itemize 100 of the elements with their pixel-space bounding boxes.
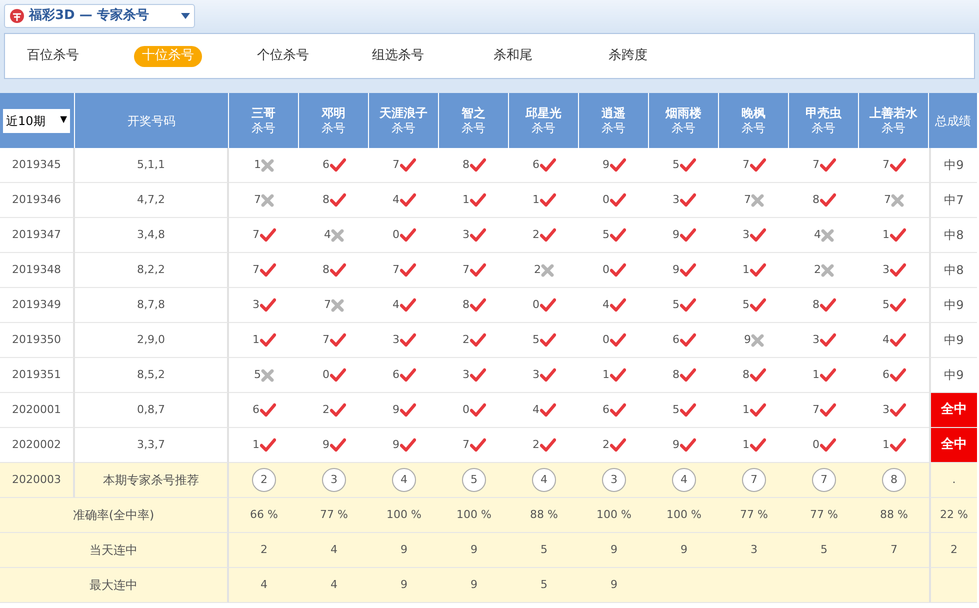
select-value: 近10期 [6,112,46,130]
digit: 5 [882,296,890,313]
stat-cell: 100 % [649,498,719,533]
digit: 5 [532,332,540,348]
expert-subtitle: 杀号 [322,120,346,136]
total-cell: 全中 [929,428,977,463]
digit: 9 [392,402,400,418]
stat-cell: 100 % [439,498,509,533]
digit: 7 [322,332,330,348]
expert-subtitle: 杀号 [672,120,696,136]
tab[interactable]: 杀和尾 [479,46,547,66]
expert-name: 晚枫 [742,106,766,120]
digit: 4 [324,226,331,243]
period-cell: 2019345 [0,148,75,183]
digit: 3 [392,332,400,348]
numbers-cell: 8,5,2 [75,358,229,393]
digit: 1 [252,332,260,348]
expert-subtitle: 杀号 [602,120,626,136]
digit: 6 [882,366,890,383]
digit: 1 [742,262,750,278]
digit: 1 [742,402,750,418]
digit: 7 [252,262,260,278]
digit: 6 [392,366,400,383]
digit: 4 [392,296,400,313]
digit: 1 [462,192,470,208]
total-cell: 中7 [929,183,977,218]
total-cell: 中9 [929,148,977,183]
digit: 6 [532,156,540,173]
digit: 8 [322,262,330,278]
stat-cell: 66 % [229,498,299,533]
digit: 3 [812,332,820,348]
tab[interactable]: 杀跨度 [594,46,662,66]
expert-name: 天涯浪子 [380,106,428,120]
digit: 7 [392,262,400,278]
digit: 4 [392,192,400,208]
total-cell: 中8 [929,218,977,253]
digit: 0 [602,192,610,208]
tab[interactable]: 百位杀号 [19,46,87,66]
digit: 0 [532,296,540,313]
numbers-cell: 2,9,0 [75,323,229,358]
expert-name: 逍遥 [602,106,626,120]
digit: 1 [252,436,260,453]
total-cell: 全中 [929,393,977,428]
digit: 7 [742,156,750,173]
digit: 8 [812,192,820,208]
stat-cell: 3 [719,533,789,568]
column-heading: 总成绩 [929,93,977,148]
row-label: 当天连中 [0,533,229,568]
stat-cell: 9 [579,568,649,603]
digit: 8 [812,296,820,313]
total-cell: 2 [929,533,977,568]
expert-name: 烟雨楼 [666,106,702,120]
digit: 0 [392,226,400,243]
total-cell: 22 % [929,498,977,533]
digit: 3 [252,296,260,313]
numbers-cell: 4,7,2 [75,183,229,218]
title-dropdown[interactable]: 福彩3D — 专家杀号 [4,4,195,28]
digit: 3 [462,366,470,383]
digit: 3 [882,402,890,418]
period-select[interactable]: 近10期 ▼ [3,108,70,132]
row-label: 准确率(全中率) [0,498,229,533]
digit: 1 [602,366,610,383]
period-cell: 2019348 [0,253,75,288]
dropdown-title: 福彩3D — 专家杀号 [29,6,150,25]
digit: 7 [744,192,751,208]
expert-name: 邱星光 [526,106,562,120]
stat-cell: 7 [859,533,929,568]
digit: 5 [742,296,750,313]
digit: 5 [602,226,610,243]
digit: 4 [814,226,821,243]
expert-subtitle: 杀号 [532,120,556,136]
digit: 2 [532,436,540,453]
digit: 6 [322,156,330,173]
stat-cell: 4 [299,568,369,603]
digit: 9 [392,436,400,453]
tab[interactable]: 个位杀号 [249,46,317,66]
period-cell: 2019347 [0,218,75,253]
stat-cell: 9 [579,533,649,568]
digit: 7 [812,156,820,173]
expert-subtitle: 杀号 [812,120,836,136]
total-cell: 中8 [929,253,977,288]
digit: 7 [392,156,400,173]
digit: 8 [672,366,680,383]
stat-cell: 4 [229,568,299,603]
digit: 7 [462,262,470,278]
total-cell: 中9 [929,323,977,358]
digit: 7 [462,436,470,453]
digit: 8 [462,296,470,313]
digit: 7 [884,192,891,208]
stat-cell: 2 [229,533,299,568]
digit: 9 [672,436,680,453]
digit: 0 [602,262,610,278]
stat-cell: 4 [299,533,369,568]
digit: 7 [254,192,261,208]
digit: 9 [672,262,680,278]
expert-name: 甲壳虫 [806,106,842,120]
tab[interactable]: 组选杀号 [364,46,432,66]
numbers-cell: 8,7,8 [75,288,229,323]
digit: 2 [534,262,541,278]
digit: 6 [672,332,680,348]
